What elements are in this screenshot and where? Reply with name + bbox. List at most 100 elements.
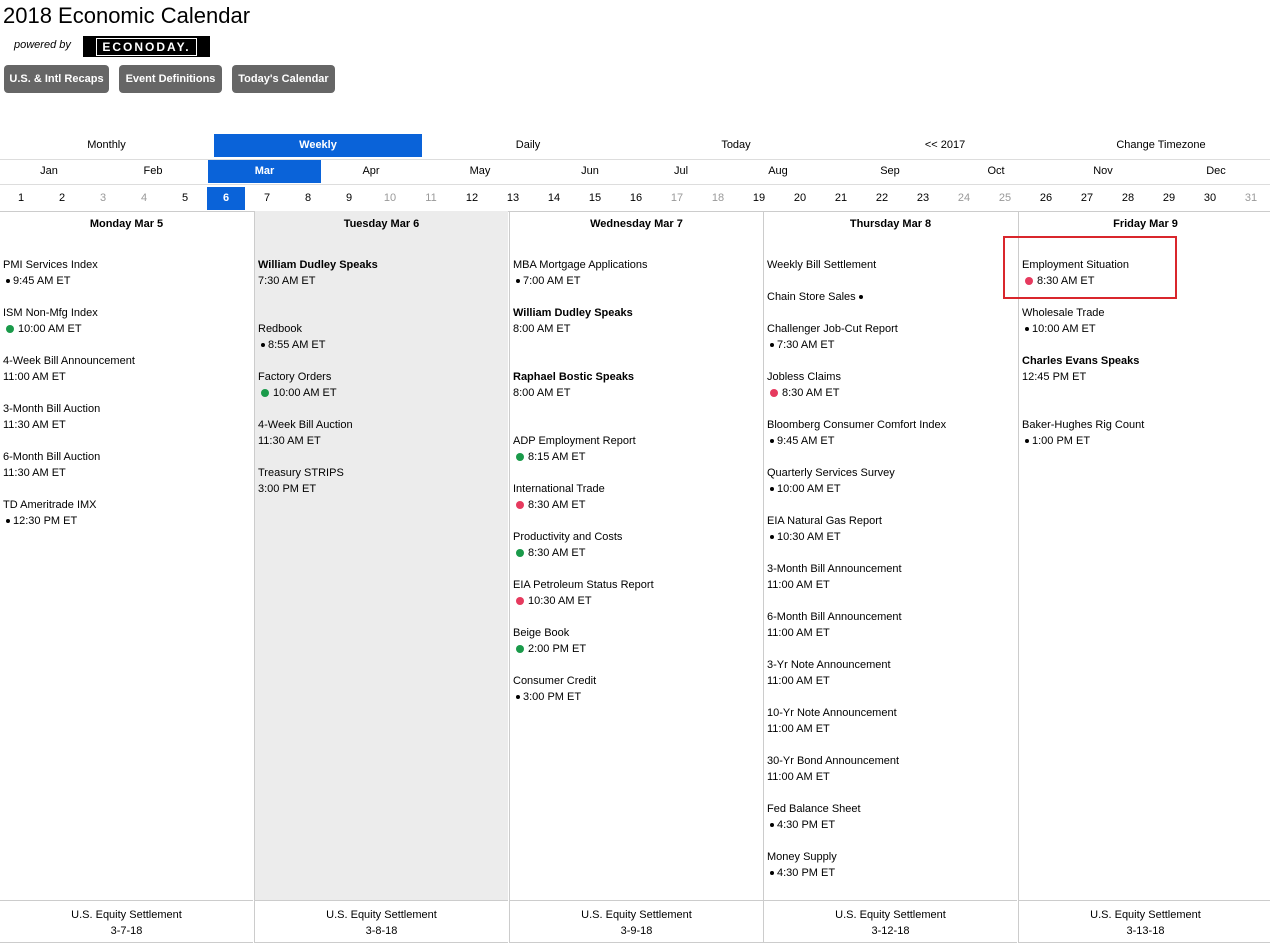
month-jan[interactable]: Jan <box>9 160 89 183</box>
month-nov[interactable]: Nov <box>1063 160 1143 183</box>
day-13[interactable]: 13 <box>494 187 532 210</box>
month-feb[interactable]: Feb <box>113 160 193 183</box>
event-name-link[interactable]: International Trade <box>513 481 605 497</box>
day-21[interactable]: 21 <box>822 187 860 210</box>
day-4[interactable]: 4 <box>125 187 163 210</box>
day-10[interactable]: 10 <box>371 187 409 210</box>
nav-previous-year[interactable]: << 2017 <box>838 134 1052 157</box>
event-name-link[interactable]: Treasury STRIPS <box>258 465 344 481</box>
event-name-link[interactable]: ADP Employment Report <box>513 433 636 449</box>
event-name-link[interactable]: Charles Evans Speaks <box>1022 353 1139 369</box>
day-11[interactable]: 11 <box>412 187 450 210</box>
event-name-link[interactable]: Bloomberg Consumer Comfort Index <box>767 417 946 433</box>
day-3[interactable]: 3 <box>84 187 122 210</box>
day-14[interactable]: 14 <box>535 187 573 210</box>
event-name-link[interactable]: Weekly Bill Settlement <box>767 257 876 273</box>
day-18[interactable]: 18 <box>699 187 737 210</box>
nav-today[interactable]: Today <box>634 134 838 157</box>
day-12[interactable]: 12 <box>453 187 491 210</box>
day-20[interactable]: 20 <box>781 187 819 210</box>
month-mar[interactable]: Mar <box>208 160 321 183</box>
event-time: 10:00 AM ET <box>18 323 82 335</box>
event-name-link[interactable]: Productivity and Costs <box>513 529 622 545</box>
month-may[interactable]: May <box>440 160 520 183</box>
day-5[interactable]: 5 <box>166 187 204 210</box>
event-name-link[interactable]: TD Ameritrade IMX <box>3 497 97 513</box>
event-name-link[interactable]: Beige Book <box>513 625 586 641</box>
event-item: Quarterly Services Survey 10:00 AM ET <box>767 465 895 497</box>
page-title: 2018 Economic Calendar <box>3 3 251 28</box>
event-name-link[interactable]: PMI Services Index <box>3 257 98 273</box>
event-name-link[interactable]: 10-Yr Note Announcement <box>767 705 897 721</box>
event-name-link[interactable]: Factory Orders <box>258 369 337 385</box>
econoday-logo-text: ECONODAY. <box>96 37 197 56</box>
event-name-link[interactable]: 4-Week Bill Announcement <box>3 353 135 369</box>
event-name-link[interactable]: Wholesale Trade <box>1022 305 1105 321</box>
event-name-link[interactable]: Chain Store Sales <box>767 289 863 305</box>
day-6[interactable]: 6 <box>207 187 245 210</box>
event-definitions-button[interactable]: Event Definitions <box>119 65 222 93</box>
event-name-link[interactable]: William Dudley Speaks <box>258 257 378 273</box>
day-23[interactable]: 23 <box>904 187 942 210</box>
event-name-link[interactable]: Raphael Bostic Speaks <box>513 369 634 385</box>
event-name-link[interactable]: EIA Natural Gas Report <box>767 513 882 529</box>
day-7[interactable]: 7 <box>248 187 286 210</box>
event-name-link[interactable]: Redbook <box>258 321 325 337</box>
day-25[interactable]: 25 <box>986 187 1024 210</box>
event-name-link[interactable]: 4-Week Bill Auction <box>258 417 353 433</box>
nav-change-timezone[interactable]: Change Timezone <box>1052 134 1270 157</box>
event-name-link[interactable]: 30-Yr Bond Announcement <box>767 753 899 769</box>
us-intl-recaps-button[interactable]: U.S. & Intl Recaps <box>4 65 109 93</box>
day-8[interactable]: 8 <box>289 187 327 210</box>
nav-monthly[interactable]: Monthly <box>0 134 213 157</box>
event-name-link[interactable]: Money Supply <box>767 849 837 865</box>
event-item: Consumer Credit 3:00 PM ET <box>513 673 596 705</box>
todays-calendar-button[interactable]: Today's Calendar <box>232 65 335 93</box>
event-name-link[interactable]: Fed Balance Sheet <box>767 801 861 817</box>
month-jun[interactable]: Jun <box>550 160 630 183</box>
event-name-link[interactable]: Quarterly Services Survey <box>767 465 895 481</box>
event-name-link[interactable]: Jobless Claims <box>767 369 841 385</box>
event-item: PMI Services Index 9:45 AM ET <box>3 257 98 289</box>
day-17[interactable]: 17 <box>658 187 696 210</box>
month-jul[interactable]: Jul <box>641 160 721 183</box>
day-1[interactable]: 1 <box>2 187 40 210</box>
month-apr[interactable]: Apr <box>331 160 411 183</box>
event-name-link[interactable]: 3-Month Bill Announcement <box>767 561 902 577</box>
event-name-link[interactable]: Consumer Credit <box>513 673 596 689</box>
day-column-header: Friday Mar 9 <box>1113 218 1178 230</box>
event-name-link[interactable]: EIA Petroleum Status Report <box>513 577 654 593</box>
day-19[interactable]: 19 <box>740 187 778 210</box>
event-item: International Trade 8:30 AM ET <box>513 481 605 513</box>
event-time-row: 9:45 AM ET <box>3 273 98 289</box>
month-sep[interactable]: Sep <box>850 160 930 183</box>
day-27[interactable]: 27 <box>1068 187 1106 210</box>
day-30[interactable]: 30 <box>1191 187 1229 210</box>
day-22[interactable]: 22 <box>863 187 901 210</box>
event-name-link[interactable]: Challenger Job-Cut Report <box>767 321 898 337</box>
day-29[interactable]: 29 <box>1150 187 1188 210</box>
month-dec[interactable]: Dec <box>1176 160 1256 183</box>
day-16[interactable]: 16 <box>617 187 655 210</box>
day-15[interactable]: 15 <box>576 187 614 210</box>
day-26[interactable]: 26 <box>1027 187 1065 210</box>
event-name-link[interactable]: 3-Month Bill Auction <box>3 401 100 417</box>
month-oct[interactable]: Oct <box>956 160 1036 183</box>
event-name-link[interactable]: MBA Mortgage Applications <box>513 257 648 273</box>
nav-daily[interactable]: Daily <box>422 134 634 157</box>
day-9[interactable]: 9 <box>330 187 368 210</box>
day-28[interactable]: 28 <box>1109 187 1147 210</box>
event-name-link[interactable]: 6-Month Bill Auction <box>3 449 100 465</box>
month-aug[interactable]: Aug <box>738 160 818 183</box>
day-24[interactable]: 24 <box>945 187 983 210</box>
event-name-link[interactable]: 3-Yr Note Announcement <box>767 657 891 673</box>
event-name-link[interactable]: 6-Month Bill Announcement <box>767 609 902 625</box>
event-name-link[interactable]: ISM Non-Mfg Index <box>3 305 98 321</box>
event-name: Charles Evans Speaks <box>1022 355 1140 367</box>
day-31[interactable]: 31 <box>1232 187 1270 210</box>
nav-weekly[interactable]: Weekly <box>214 134 422 157</box>
event-name-link[interactable]: William Dudley Speaks <box>513 305 633 321</box>
event-name-link[interactable]: Baker-Hughes Rig Count <box>1022 417 1144 433</box>
day-2[interactable]: 2 <box>43 187 81 210</box>
econoday-logo[interactable]: ECONODAY. <box>83 36 210 57</box>
